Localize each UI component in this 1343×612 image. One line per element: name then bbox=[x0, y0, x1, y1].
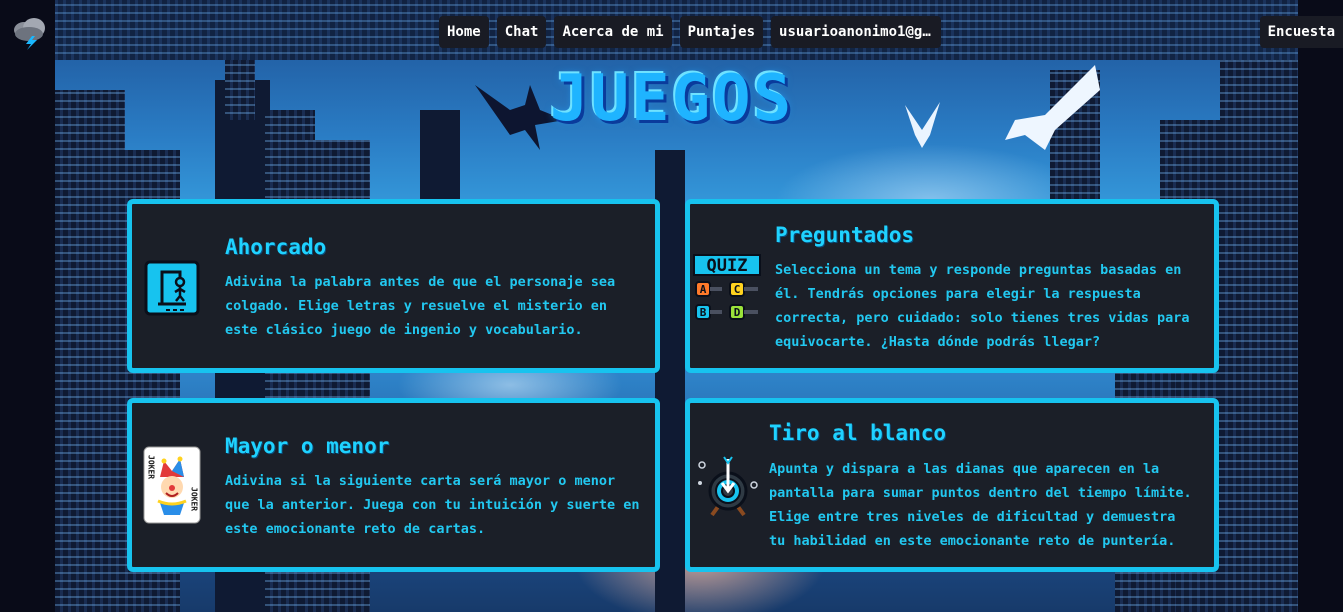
target-icon bbox=[694, 453, 764, 527]
svg-text:QUIZ: QUIZ bbox=[707, 256, 748, 276]
game-card-target-shooting[interactable]: Tiro al blanco Apunta y dispara a las di… bbox=[685, 398, 1219, 572]
game-title: Tiro al blanco bbox=[769, 421, 947, 445]
nav-scores-button[interactable]: Puntajes bbox=[679, 16, 764, 48]
joker-card-icon: JOKER JOKER bbox=[142, 445, 204, 529]
page-title: JUEGOS bbox=[549, 62, 794, 136]
nav-chat-button[interactable]: Chat bbox=[496, 16, 547, 48]
game-description: Adivina si la siguiente carta será mayor… bbox=[225, 473, 640, 537]
game-card-hangman[interactable]: Ahorcado Adivina la palabra antes de que… bbox=[127, 199, 660, 373]
user-account-button[interactable]: usuarioanonimo1@g... bbox=[771, 16, 942, 48]
game-card-trivia[interactable]: QUIZ A C B D Preguntados Selecciona un t… bbox=[685, 199, 1219, 373]
svg-text:D: D bbox=[734, 306, 741, 319]
nav-about-button[interactable]: Acerca de mi bbox=[554, 16, 672, 48]
svg-text:B: B bbox=[700, 306, 707, 319]
survey-button[interactable]: Encuesta bbox=[1259, 16, 1343, 48]
main-nav: Home Chat Acerca de mi Puntajes usuarioa… bbox=[439, 16, 942, 48]
quiz-icon: QUIZ A C B D bbox=[692, 253, 764, 331]
game-title: Ahorcado bbox=[225, 235, 327, 259]
svg-text:A: A bbox=[700, 283, 707, 296]
game-description: Apunta y dispara a las dianas que aparec… bbox=[769, 461, 1192, 549]
game-description: Adivina la palabra antes de que el perso… bbox=[225, 274, 616, 338]
svg-text:JOKER: JOKER bbox=[147, 455, 156, 479]
svg-text:JOKER: JOKER bbox=[190, 487, 199, 511]
game-title: Preguntados bbox=[775, 223, 915, 247]
svg-text:C: C bbox=[734, 283, 741, 296]
game-title: Mayor o menor bbox=[225, 434, 390, 458]
game-description: Selecciona un tema y responde preguntas … bbox=[775, 262, 1190, 350]
storm-cloud-logo-icon[interactable] bbox=[10, 14, 48, 50]
hangman-icon bbox=[144, 260, 200, 320]
game-card-higher-lower[interactable]: JOKER JOKER Mayor o menor Adivina si la … bbox=[127, 398, 660, 572]
nav-home-button[interactable]: Home bbox=[439, 16, 489, 48]
